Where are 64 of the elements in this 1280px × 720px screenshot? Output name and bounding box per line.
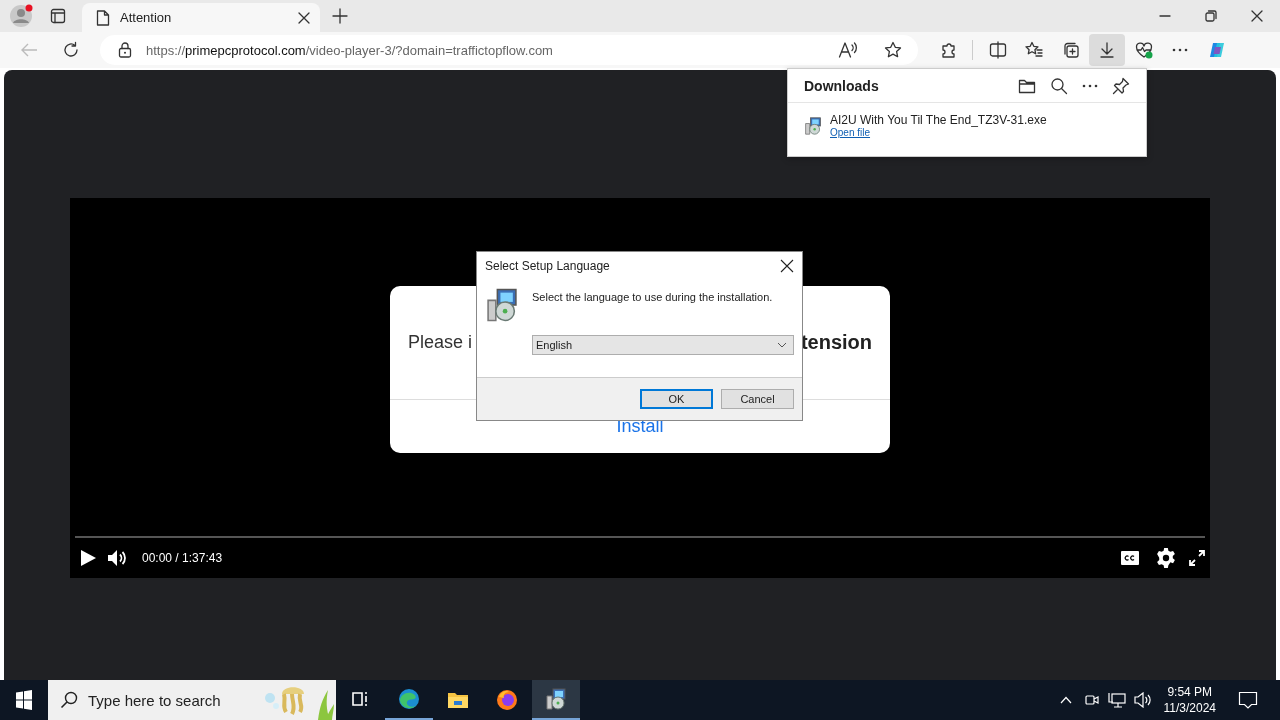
installer-icon [545, 688, 567, 710]
favorites-icon [1025, 41, 1043, 59]
new-tab-icon[interactable] [332, 8, 348, 24]
captions-icon[interactable] [1121, 551, 1139, 565]
page-icon [96, 9, 110, 26]
installer-icon [485, 288, 519, 322]
dialog-message: Select the language to use during the installation. [532, 291, 774, 303]
more-icon [1172, 48, 1188, 52]
installer-button[interactable] [532, 680, 580, 720]
settings-icon[interactable] [1155, 547, 1177, 569]
pin-icon[interactable] [1112, 76, 1130, 95]
download-icon [1098, 41, 1116, 59]
file-name: AI2U With You Til The End_TZ3V-31.exe [830, 113, 1047, 127]
folder-icon[interactable] [1018, 77, 1036, 94]
search-field[interactable]: Type here to search [48, 680, 336, 720]
firefox-icon [496, 689, 518, 711]
restore-icon[interactable] [1205, 10, 1217, 22]
search-icon [60, 691, 78, 709]
chevron-down-icon [777, 342, 787, 348]
address-field[interactable]: https://primepcprotocol.com/video-player-3/?domain=traffictopflow.com [100, 35, 918, 65]
volume-icon[interactable] [1133, 692, 1152, 708]
edge-icon [398, 688, 420, 710]
dialog-button[interactable]: Cancel [721, 389, 794, 409]
reload-icon[interactable] [62, 41, 80, 59]
url-text: https://primepcprotocol.com/video-player-3/?domain=traffictopflow.com [146, 42, 553, 58]
split-screen-icon [988, 41, 1007, 59]
video-time: 00:00 / 1:37:43 [142, 551, 223, 565]
search-icon[interactable] [1050, 76, 1068, 95]
search-placeholder: Type here to search [88, 691, 221, 709]
language-dropdown[interactable]: English [532, 335, 794, 355]
download-item[interactable]: AI2U With You Til The End_TZ3V-31.exe Open file [788, 103, 1146, 148]
browser-tab[interactable]: Attention [82, 3, 320, 32]
chevron-up-icon[interactable] [1059, 696, 1072, 704]
tab-actions-icon[interactable] [50, 8, 66, 24]
tab-title: Attention [120, 10, 173, 25]
play-icon[interactable] [80, 550, 96, 566]
dialog-button[interactable]: OK [640, 389, 713, 409]
close-icon[interactable] [298, 11, 310, 24]
heart-pulse-icon [1134, 41, 1153, 59]
open-file-link[interactable]: Open file [830, 127, 871, 138]
panel-title: Downloads [804, 77, 879, 94]
close-icon[interactable] [780, 259, 794, 273]
clock-date: 11/3/2024 [1163, 700, 1216, 716]
fullscreen-icon[interactable] [1189, 550, 1205, 566]
card-text: tension [800, 331, 872, 354]
lock-icon [118, 42, 132, 58]
camera-icon[interactable] [1083, 692, 1100, 708]
installer-icon [804, 116, 822, 135]
network-icon[interactable] [1107, 692, 1126, 708]
read-aloud-icon[interactable] [838, 41, 858, 59]
copilot-icon [1207, 41, 1226, 59]
collections-icon [1061, 41, 1080, 59]
card-text: Please i [408, 332, 473, 353]
notification-icon[interactable] [1238, 690, 1258, 710]
extensions-icon [939, 41, 957, 59]
clock-button[interactable]: 9:54 PM 11/3/2024 [1155, 684, 1224, 716]
profile-icon[interactable] [10, 4, 34, 28]
dialog-title: Select Setup Language [485, 259, 610, 273]
close-icon[interactable] [1251, 10, 1263, 22]
more-icon[interactable] [1082, 83, 1098, 88]
favorite-star-icon[interactable] [884, 41, 902, 59]
download-button[interactable] [1089, 34, 1125, 66]
volume-icon[interactable] [108, 550, 128, 566]
clock-time: 9:54 PM [1167, 684, 1213, 700]
